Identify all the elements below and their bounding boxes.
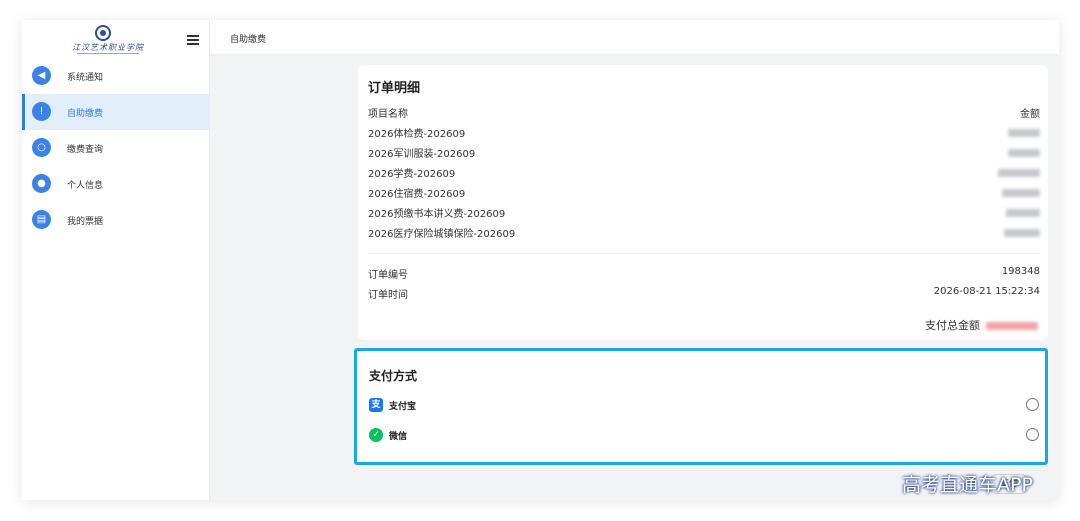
order-item-name: 2026军训服装-202609: [368, 149, 476, 160]
total-amount: 支付总金额: [925, 317, 1038, 333]
order-item-name: 2026住宿费-202609: [368, 189, 466, 200]
logo-underline: [77, 53, 139, 54]
wechat-icon: ✓: [369, 428, 383, 442]
sidebar-nav: ◀ 系统通知! 自助缴费 ○ 缴费查询 ● 个人信息 ▤ 我的票据: [22, 58, 209, 238]
order-number-row: 订单编号 198348: [368, 266, 1040, 284]
total-amount-value-blurred: [986, 322, 1038, 330]
sidebar-item-label: 个人信息: [67, 180, 104, 191]
order-details-card: 订单明细 项目名称 金额 2026体检费-202609 2026军训服装-2026…: [358, 65, 1048, 340]
receipt-icon: ▤: [32, 210, 51, 229]
blurred-amount: [1008, 149, 1040, 157]
sidebar-item-label: 我的票据: [67, 216, 104, 227]
order-time-label: 订单时间: [368, 290, 408, 301]
payment-option-radio[interactable]: [1026, 428, 1039, 441]
app-window: 江汉艺术职业学院 ◀ 系统通知! 自助缴费 ○ 缴费查询 ● 个人信息 ▤ 我的票据 自助缴费 …: [22, 20, 1059, 500]
order-item-name: 2026预缴书本讲义费-202609: [368, 209, 506, 220]
order-item-name: 2026体检费-202609: [368, 129, 466, 140]
payment-option-alipay[interactable]: 支支付宝: [369, 396, 1039, 416]
order-item-row: 2026体检费-202609: [368, 125, 1040, 143]
order-item-row: 2026学费-202609: [368, 165, 1040, 183]
order-time-row: 订单时间 2026-08-21 15:22:34: [368, 286, 1040, 304]
sidebar-item-system-notice[interactable]: ◀ 系统通知: [22, 58, 209, 94]
search-icon: ○: [32, 138, 51, 157]
order-number-label: 订单编号: [368, 270, 408, 281]
order-item-amount-blurred: [1006, 205, 1040, 220]
order-item-amount-blurred: [998, 165, 1040, 180]
sidebar-item-personal-info[interactable]: ● 个人信息: [22, 166, 209, 202]
order-item-name: 2026医疗保险城镇保险-202609: [368, 229, 516, 240]
total-amount-label: 支付总金额: [925, 319, 980, 332]
page-title: 自助缴费: [230, 35, 267, 45]
alipay-icon: 支: [369, 398, 383, 412]
payment-option-label: 支付宝: [389, 402, 417, 412]
college-emblem-icon: [95, 25, 111, 41]
payment-icon: !: [32, 102, 51, 121]
sidebar-item-label: 自助缴费: [67, 108, 104, 119]
column-item-name: 项目名称: [368, 109, 408, 120]
order-item-amount-blurred: [1004, 225, 1040, 240]
header: 自助缴费: [210, 20, 1059, 55]
menu-toggle-icon[interactable]: [187, 35, 199, 45]
order-item-amount-blurred: [1002, 185, 1040, 200]
divider: [368, 253, 1040, 254]
order-item-name: 2026学费-202609: [368, 169, 456, 180]
order-item-row: 2026军训服装-202609: [368, 145, 1040, 163]
sidebar-item-self-payment[interactable]: ! 自助缴费: [22, 94, 209, 130]
logo: 江汉艺术职业学院: [22, 20, 209, 58]
blurred-amount: [1002, 189, 1040, 197]
order-time-value: 2026-08-21 15:22:34: [933, 286, 1040, 297]
column-amount: 金额: [1020, 109, 1040, 120]
payment-method-title: 支付方式: [369, 369, 418, 383]
watermark: 高考直通车APP: [902, 474, 1033, 496]
sidebar-item-label: 系统通知: [67, 72, 104, 83]
order-header-row: 项目名称 金额: [368, 105, 1040, 123]
sidebar-item-label: 缴费查询: [67, 144, 104, 155]
speaker-icon: ◀: [32, 66, 51, 85]
order-item-row: 2026医疗保险城镇保险-202609: [368, 225, 1040, 243]
order-item-amount-blurred: [1008, 125, 1040, 140]
blurred-amount: [1008, 129, 1040, 137]
order-item-row: 2026住宿费-202609: [368, 185, 1040, 203]
blurred-amount: [998, 169, 1040, 177]
sidebar-item-payment-query[interactable]: ○ 缴费查询: [22, 130, 209, 166]
user-icon: ●: [32, 174, 51, 193]
payment-option-radio[interactable]: [1026, 398, 1039, 411]
sidebar: 江汉艺术职业学院 ◀ 系统通知! 自助缴费 ○ 缴费查询 ● 个人信息 ▤ 我的票据: [22, 20, 210, 500]
order-number-value: 198348: [1001, 266, 1040, 277]
payment-option-wechat[interactable]: ✓ 微信: [369, 426, 1039, 446]
order-details-title: 订单明细: [368, 81, 421, 96]
blurred-amount: [1004, 229, 1040, 237]
payment-method-card: 支付方式 支支付宝 ✓ 微信: [354, 348, 1048, 465]
payment-option-label: 微信: [389, 432, 408, 442]
blurred-amount: [1006, 209, 1040, 217]
sidebar-item-my-receipts[interactable]: ▤ 我的票据: [22, 202, 209, 238]
college-name: 江汉艺术职业学院: [72, 43, 144, 52]
order-item-amount-blurred: [1008, 145, 1040, 160]
order-item-row: 2026预缴书本讲义费-202609: [368, 205, 1040, 223]
